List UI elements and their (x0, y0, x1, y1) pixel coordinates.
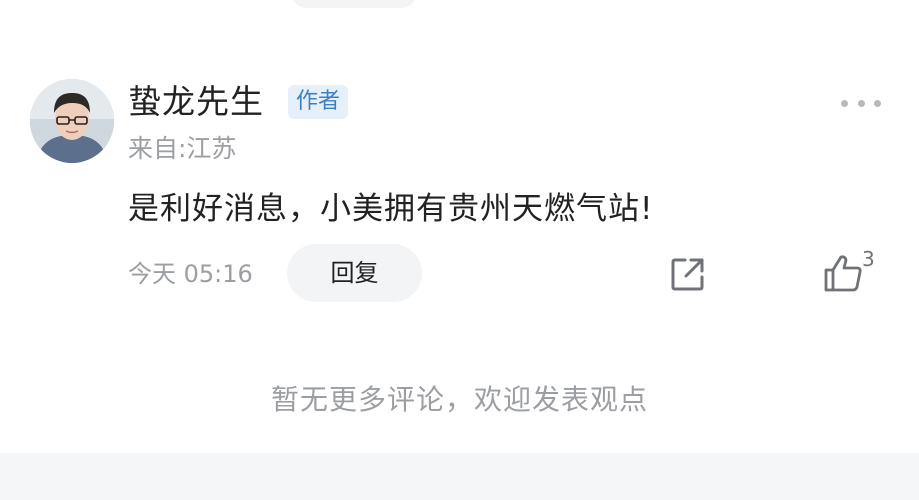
more-dot (841, 99, 848, 107)
comment-timestamp: 今天 05:16 (128, 260, 253, 288)
author-badge: 作者 (288, 85, 348, 119)
user-avatar[interactable] (30, 79, 114, 163)
previous-reply-button[interactable] (292, 0, 416, 8)
thumbs-up-icon[interactable] (823, 253, 863, 293)
more-dots-icon[interactable] (841, 98, 881, 108)
username[interactable]: 蛰龙先生 (128, 80, 264, 124)
user-location: 来自:江苏 (128, 134, 237, 163)
comment-text: 是利好消息，小美拥有贵州天燃气站! (128, 191, 654, 227)
avatar-photo-icon (30, 79, 114, 163)
like-count: 3 (862, 247, 875, 271)
share-icon[interactable] (669, 255, 707, 293)
bottom-bar (0, 453, 919, 500)
more-dot (874, 99, 881, 107)
no-more-comments-message: 暂无更多评论，欢迎发表观点 (270, 383, 648, 416)
reply-button[interactable]: 回复 (287, 244, 422, 302)
more-dot (857, 99, 865, 107)
